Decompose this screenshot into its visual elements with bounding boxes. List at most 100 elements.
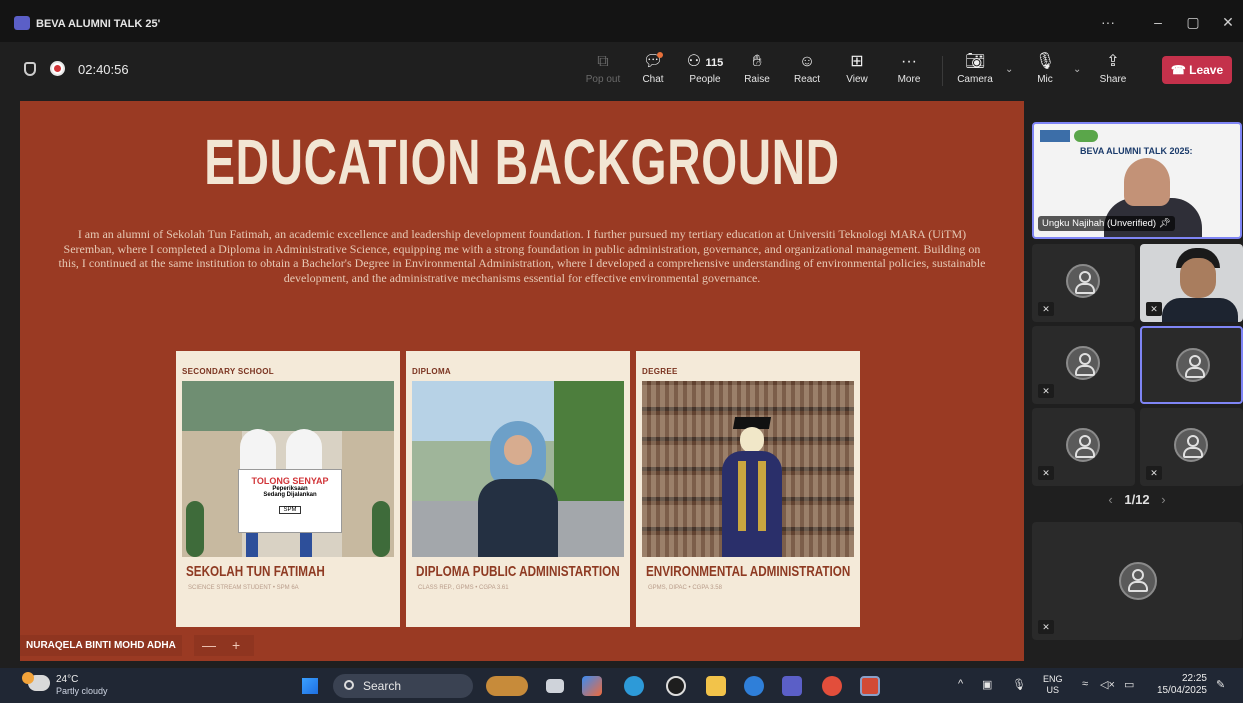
title-bar: BEVA ALUMNI TALK 25' ··· – ▢ ✕ [0,0,1243,42]
start-button[interactable] [302,678,318,694]
avatar-icon [1066,264,1100,298]
wifi-icon[interactable]: ≈ [1082,678,1088,690]
powerpoint-icon[interactable] [860,676,880,696]
more-options-icon[interactable]: ··· [1098,14,1118,30]
windows-taskbar: 24°C Partly cloudy Search ^ ▣ 🎙︎ ENG US … [0,668,1243,703]
store-icon[interactable] [744,676,764,696]
ellipsis-icon: ··· [901,53,917,70]
mic-muted-tray-icon[interactable]: 🎙︎ [1012,678,1026,691]
previous-page-button[interactable]: ‹ [1108,492,1112,507]
people-count: 115 [705,57,724,69]
notification-icon[interactable]: ✎ [1216,678,1225,691]
event-banner: BEVA ALUMNI TALK 2025: [1080,146,1193,156]
mic-off-icon: ✕ [1038,620,1054,634]
show-hidden-icons-chevron-icon[interactable]: ^ [958,678,963,690]
participant-tile-active[interactable] [1140,326,1243,404]
card-tag: SECONDARY SCHOOL [182,367,274,376]
event-logo [1074,130,1098,142]
people-icon: ⚇ 115 [686,53,724,70]
shield-icon[interactable] [24,62,36,76]
avatar-icon [1066,346,1100,380]
teams-taskbar-icon[interactable] [782,676,802,696]
view-button[interactable]: ⊞ View [834,48,880,94]
card-subtitle: GPMS, DIPAC • CGPA 3.58 [648,585,722,591]
zoom-control: — + [194,635,254,656]
taskbar-search[interactable]: Search [333,674,473,698]
battery-icon[interactable]: ▭ [1124,678,1134,691]
edge-icon[interactable] [624,676,644,696]
card-secondary-school: SECONDARY SCHOOL TOLONG SENYAP Peperiksa… [176,351,400,627]
zoom-in-button[interactable]: + [232,635,240,655]
avatar-icon [1066,428,1100,462]
phone-icon: ☎ [1170,63,1190,77]
share-button[interactable]: ⇪ Share [1090,48,1136,94]
more-button[interactable]: ··· More [886,48,932,94]
participant-tile[interactable]: ✕ [1032,408,1135,486]
react-button[interactable]: ☺ React [784,48,830,94]
self-view-tile[interactable]: ✕ [1032,522,1242,640]
participant-tile[interactable]: ✕ [1140,408,1243,486]
meeting-tray-icon[interactable]: ▣ [982,678,992,691]
mic-off-icon: ✕ [1038,384,1054,398]
card-degree: DEGREE ENVIRONMENTAL ADMINISTRATION GPMS… [636,351,860,627]
zoom-out-button[interactable]: — [202,635,216,655]
diploma-photo [412,381,624,557]
avatar-icon [1176,348,1210,382]
window-title: BEVA ALUMNI TALK 25' [36,18,161,30]
raise-hand-button[interactable]: ✋︎ Raise [734,48,780,94]
weather-condition: Partly cloudy [56,686,108,696]
minimize-button[interactable]: – [1148,14,1168,30]
camera-options-chevron-icon[interactable]: ⌄ [1005,64,1013,75]
teams-app-icon [14,16,30,30]
participant-face [1116,152,1178,206]
wps-office-icon[interactable] [822,676,842,696]
volume-icon[interactable]: ◁× [1100,678,1115,691]
recording-icon [50,61,65,76]
participant-tile-video[interactable]: ✕ [1140,244,1243,322]
task-view-icon[interactable] [546,679,564,693]
card-subtitle: CLASS REP., GPMS • CGPA 3.61 [418,585,509,591]
university-logo [1040,130,1070,142]
pin-icon: 📌︎ [1158,218,1171,229]
mic-options-chevron-icon[interactable]: ⌄ [1073,64,1081,75]
page-indicator: 1/12 [1124,492,1150,507]
weather-icon[interactable] [22,672,50,691]
leave-button[interactable]: ☎ Leave [1162,56,1232,84]
next-page-button[interactable]: › [1161,492,1165,507]
mic-off-icon: ✕ [1038,302,1054,316]
camera-button[interactable]: 📷︎ Camera [952,48,998,94]
camera-off-icon: 📷︎ [965,53,986,70]
toolbar-divider [942,56,943,86]
language-indicator[interactable]: ENG US [1043,674,1063,696]
widgets-icon[interactable] [486,676,528,696]
card-name: SEKOLAH TUN FATIMAH [186,563,325,580]
mic-off-icon: 🎙︎ [1035,53,1056,70]
participant-body [1162,298,1238,322]
avatar-icon [1174,428,1208,462]
search-icon [344,680,354,690]
featured-participant-tile[interactable]: BEVA ALUMNI TALK 2025: Ungku Najihah (Un… [1032,122,1242,239]
close-button[interactable]: ✕ [1218,14,1238,31]
chat-button[interactable]: 💬︎ Chat [630,48,676,94]
hand-icon: ✋︎ [752,53,762,70]
participant-pager: ‹ 1/12 › [1032,492,1242,507]
participant-tile[interactable]: ✕ [1032,244,1135,322]
card-diploma: DIPLOMA DIPLOMA PUBLIC ADMINISTARTION CL… [406,351,630,627]
presenter-name-label: NURAQELA BINTI MOHD ADHA [20,635,182,656]
people-button[interactable]: ⚇ 115 People [682,48,728,94]
popout-button[interactable]: ⧉ Pop out [580,48,626,94]
dell-icon[interactable] [666,676,686,696]
smiley-icon: ☺ [798,53,816,70]
file-explorer-icon[interactable] [706,676,726,696]
card-tag: DEGREE [642,367,678,376]
participant-tile[interactable]: ✕ [1032,326,1135,404]
copilot-icon[interactable] [582,676,602,696]
taskbar-clock[interactable]: 22:25 15/04/2025 [1155,673,1207,697]
mic-off-icon: ✕ [1146,302,1162,316]
maximize-button[interactable]: ▢ [1183,14,1203,31]
popout-icon: ⧉ [597,53,609,70]
unread-dot [657,52,663,58]
mic-button[interactable]: 🎙︎ Mic [1022,48,1068,94]
school-photo: TOLONG SENYAP Peperiksaan Sedang Dijalan… [182,381,394,557]
slide-title: EDUCATION BACKGROUND [204,126,840,198]
